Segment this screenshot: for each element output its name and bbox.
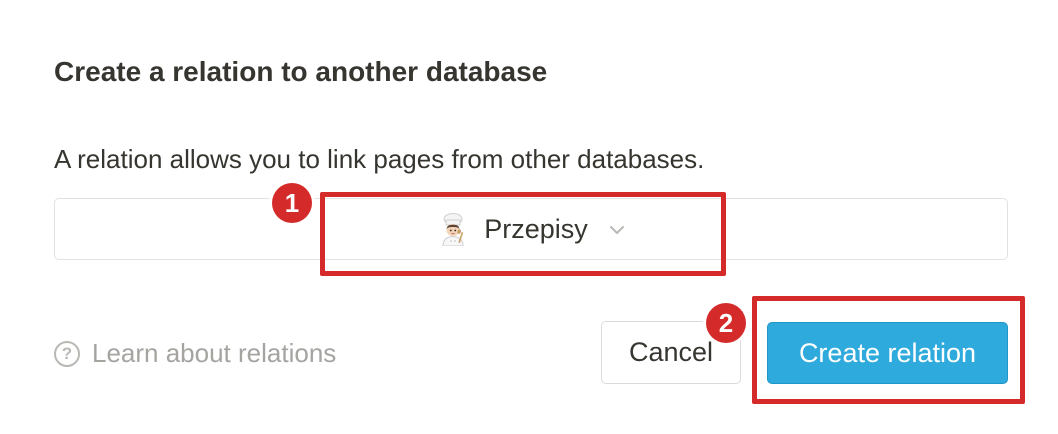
learn-about-relations-link[interactable]: ? Learn about relations (54, 338, 336, 369)
chevron-down-icon (608, 223, 626, 235)
create-relation-button[interactable]: Create relation (767, 322, 1008, 384)
learn-link-label: Learn about relations (92, 338, 337, 368)
database-select-label: Przepisy (484, 213, 588, 244)
dialog-description: A relation allows you to link pages from… (54, 144, 705, 174)
dialog-title: Create a relation to another database (54, 56, 548, 87)
database-select[interactable]: Przepisy (54, 198, 1008, 260)
annotation-badge-2: 2 (706, 303, 746, 343)
chef-emoji-icon (436, 212, 470, 247)
annotation-badge-1: 1 (272, 183, 312, 223)
help-icon: ? (54, 340, 80, 367)
